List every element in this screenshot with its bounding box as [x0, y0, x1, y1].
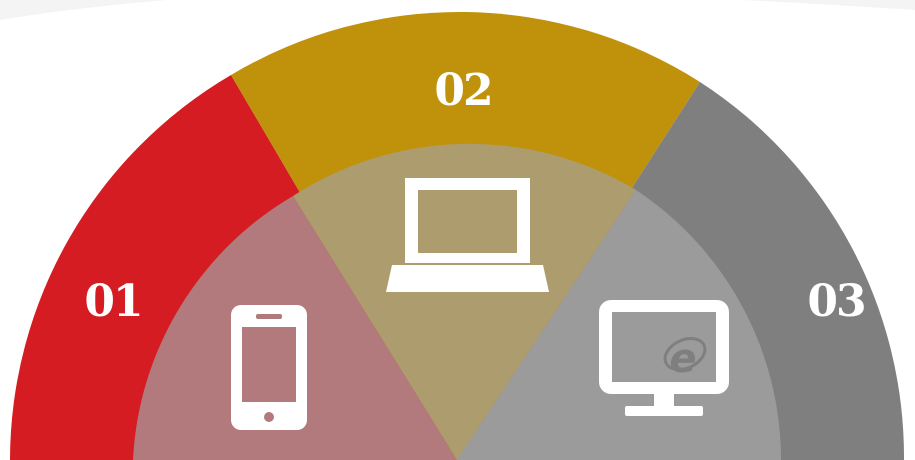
fan-diagram: 01 02 03 e [0, 0, 915, 460]
segment-02-number: 02 [434, 65, 491, 116]
segment-03-number: 03 [807, 276, 864, 327]
semicircle-diagram: 01 02 03 e [0, 0, 915, 460]
laptop-icon [386, 178, 549, 292]
smartphone-icon [231, 305, 307, 430]
segment-01-number: 01 [84, 276, 141, 327]
svg-text:e: e [669, 336, 696, 382]
